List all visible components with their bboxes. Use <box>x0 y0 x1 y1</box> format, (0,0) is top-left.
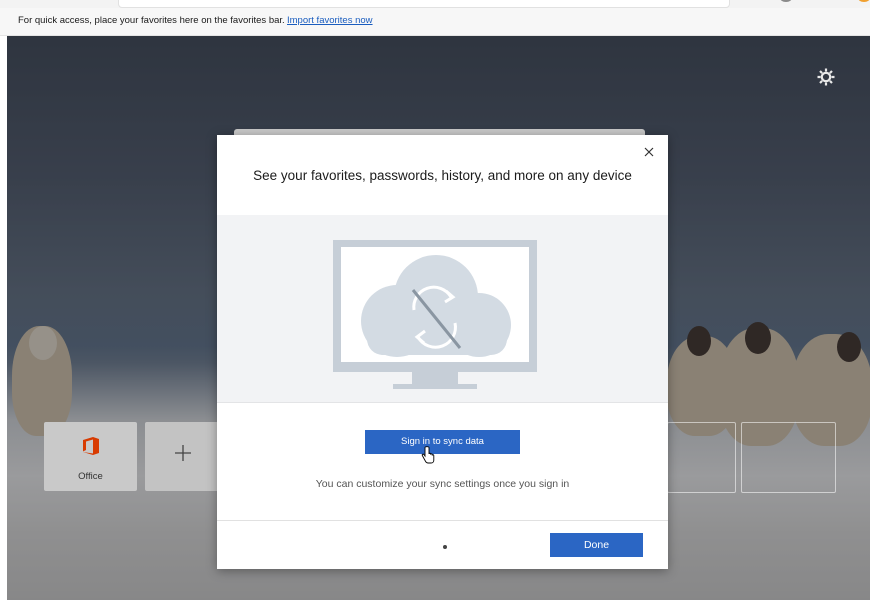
import-favorites-link[interactable]: Import favorites now <box>287 15 373 26</box>
close-icon[interactable] <box>642 145 656 159</box>
top-site-tile-empty[interactable] <box>741 422 836 493</box>
hand-cursor-icon <box>421 446 435 464</box>
profile-icon[interactable] <box>780 0 792 2</box>
gear-icon[interactable] <box>816 67 836 87</box>
dialog-footer: Done <box>217 520 668 570</box>
menu-icon[interactable] <box>858 0 870 2</box>
sync-dialog: See your favorites, passwords, history, … <box>217 135 668 569</box>
dialog-title: See your favorites, passwords, history, … <box>253 168 632 183</box>
tile-label: Office <box>78 471 103 482</box>
office-logo-icon <box>83 437 99 455</box>
address-bar[interactable] <box>118 0 730 8</box>
sign-in-button[interactable]: Sign in to sync data <box>365 430 520 454</box>
sync-hint-text: You can customize your sync settings onc… <box>315 478 570 490</box>
add-site-tile[interactable] <box>145 422 219 491</box>
browser-toolbar <box>0 0 870 8</box>
sync-off-monitor-cloud-icon <box>333 240 537 389</box>
window-edge <box>0 36 7 600</box>
top-site-tile-office[interactable]: Office <box>44 422 137 491</box>
page-indicator <box>443 545 447 549</box>
top-site-tile-empty[interactable] <box>667 422 736 493</box>
sync-illustration <box>217 215 668 403</box>
done-button[interactable]: Done <box>550 533 643 557</box>
favorites-bar: For quick access, place your favorites h… <box>0 8 870 36</box>
favorites-bar-message: For quick access, place your favorites h… <box>18 15 285 26</box>
plus-icon <box>175 445 191 461</box>
